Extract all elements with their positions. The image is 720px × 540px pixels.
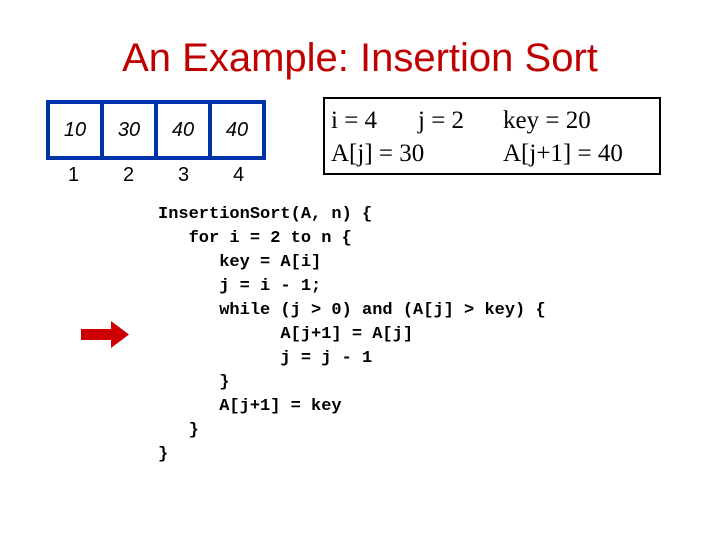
- array-cell: 30: [104, 104, 158, 156]
- code-line-current: A[j+1] = A[j]: [158, 325, 414, 344]
- code-line: for i = 2 to n {: [158, 229, 352, 248]
- slide-title: An Example: Insertion Sort: [122, 36, 598, 80]
- code-line: }: [158, 421, 199, 440]
- state-box: i = 4 j = 2 key = 20 A[j] = 30 A[j+1] = …: [323, 97, 661, 175]
- array-indices: 1 2 3 4: [46, 163, 266, 187]
- state-a-j: A[j] = 30: [331, 140, 425, 167]
- code-line: j = i - 1;: [158, 277, 322, 296]
- array-boxes: 10 30 40 40: [46, 100, 266, 160]
- array-cell: 40: [225, 118, 249, 141]
- array-index: 3: [177, 164, 190, 186]
- code-block: InsertionSort(A, n) { for i = 2 to n { k…: [158, 203, 546, 467]
- code-line: }: [158, 373, 230, 392]
- array-index: 1: [67, 164, 80, 186]
- code-line: while (j > 0) and (A[j] > key) {: [158, 301, 546, 320]
- code-line: }: [158, 445, 169, 464]
- code-line: InsertionSort(A, n) {: [158, 205, 373, 224]
- array-index: 2: [122, 164, 135, 186]
- state-key: key = 20: [503, 107, 591, 134]
- array-index: 4: [232, 164, 245, 186]
- array-cell: 40: [158, 104, 212, 156]
- state-i: i = 4: [331, 107, 378, 134]
- code-line: j = j - 1: [158, 349, 373, 368]
- current-line-arrow-icon: [81, 321, 129, 348]
- array-cell: 10: [50, 104, 104, 156]
- code-line: A[j+1] = key: [158, 397, 342, 416]
- code-line: key = A[i]: [158, 253, 322, 272]
- state-j: j = 2: [418, 107, 465, 134]
- state-a-j1: A[j+1] = 40: [503, 140, 623, 167]
